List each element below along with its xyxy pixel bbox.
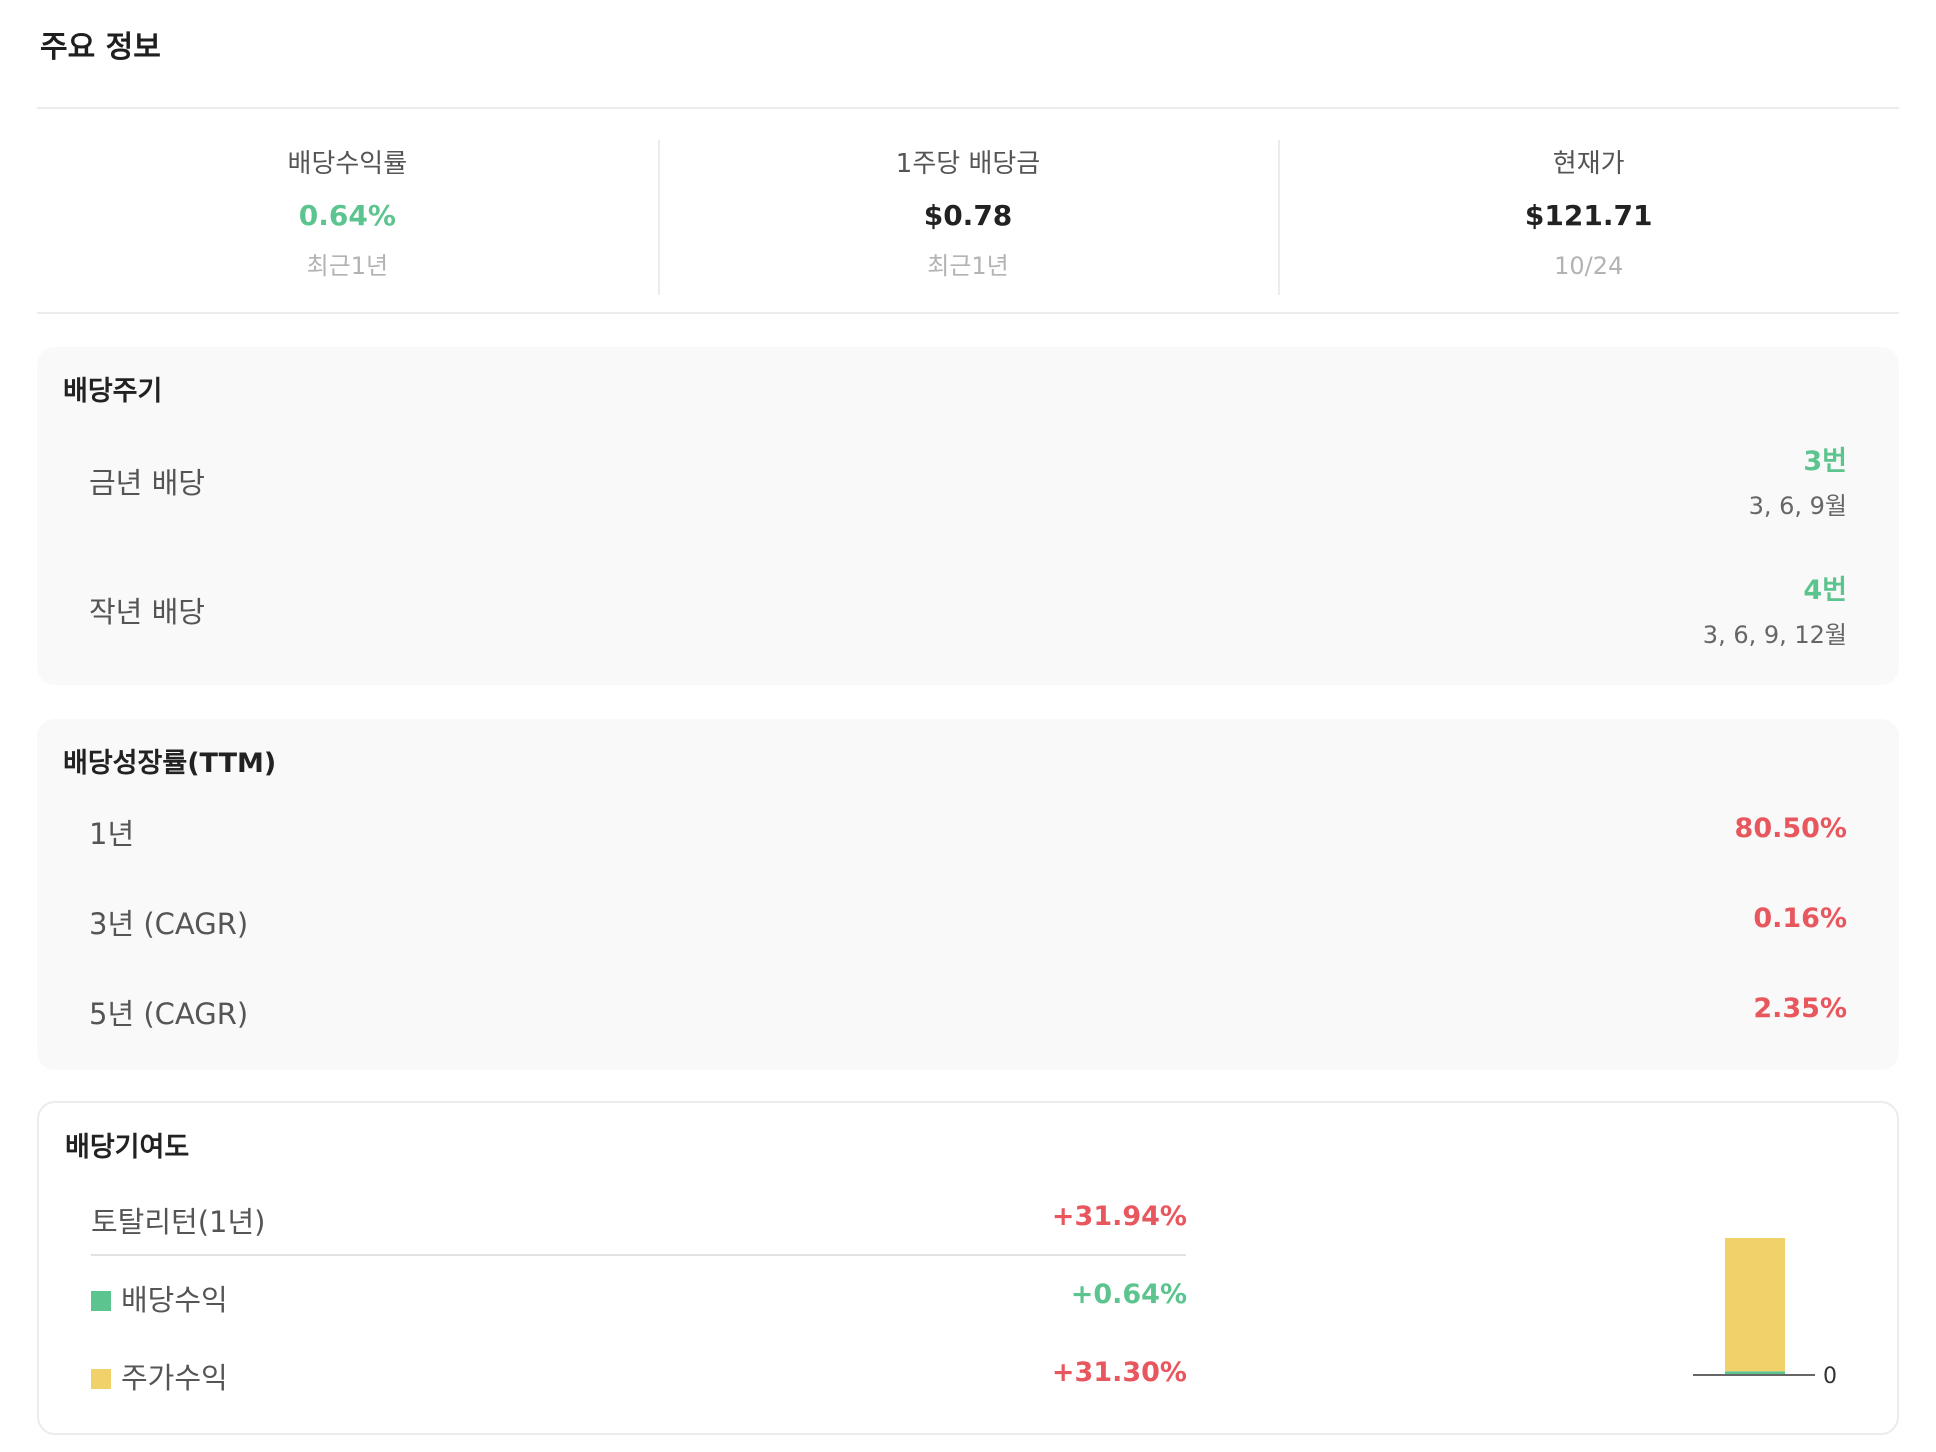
stat-dividend-yield: 배당수익률 0.64% 최근1년 — [37, 140, 658, 295]
growth-row-label: 3년 (CAGR) — [89, 907, 249, 941]
growth-row-label: 1년 — [89, 817, 135, 851]
cycle-count: 3번 — [1803, 446, 1847, 477]
growth-row-label: 5년 (CAGR) — [89, 997, 249, 1031]
growth-row-value: 80.50% — [1734, 813, 1847, 844]
divider-bottom — [37, 312, 1899, 314]
stat-sub: 최근1년 — [927, 252, 1009, 280]
stat-value: $121.71 — [1524, 199, 1653, 232]
cycle-months: 3, 6, 9, 12월 — [1702, 621, 1847, 649]
stat-label: 배당수익률 — [287, 149, 408, 179]
cycle-row-value: 4번 3, 6, 9, 12월 — [1703, 568, 1847, 650]
page: 주요 정보 배당수익률 0.64% 최근1년 1주당 배당금 $0.78 최근1… — [0, 0, 1936, 1452]
cycle-row-label: 금년 배당 — [89, 466, 205, 500]
stat-value: $0.78 — [923, 199, 1013, 232]
dividend-growth-card: 배당성장률(TTM) 1년 80.50% 3년 (CAGR) 0.16% 5년 … — [37, 719, 1899, 1070]
page-title: 주요 정보 — [40, 30, 161, 65]
cycle-row-label: 작년 배당 — [89, 595, 205, 629]
stat-sub: 최근1년 — [306, 252, 389, 280]
summary-stats: 배당수익률 0.64% 최근1년 1주당 배당금 $0.78 최근1년 현재가 … — [37, 140, 1899, 295]
chart-tick-label: 0 — [1823, 1364, 1837, 1389]
stat-label: 현재가 — [1552, 149, 1625, 179]
card-title: 배당주기 — [63, 376, 163, 407]
stat-value: 0.64% — [298, 199, 396, 232]
dividend-cycle-card: 배당주기 금년 배당 3번 3, 6, 9월 작년 배당 4번 3, 6, 9,… — [37, 347, 1899, 685]
dividend-contribution-card: 배당기여도 토탈리턴(1년) +31.94% 배당수익 +0.64% 주가수익 … — [37, 1101, 1899, 1435]
stat-label: 1주당 배당금 — [895, 149, 1041, 179]
growth-row-value: 2.35% — [1753, 993, 1847, 1024]
contribution-bar-chart: 0 — [1693, 1238, 1837, 1389]
cycle-count: 4번 — [1803, 575, 1847, 606]
stat-dividend-per-share: 1주당 배당금 $0.78 최근1년 — [657, 140, 1279, 295]
bar-segment-price — [1725, 1238, 1785, 1372]
card-title: 배당성장률(TTM) — [63, 748, 277, 779]
growth-row-value: 0.16% — [1753, 903, 1847, 934]
stat-current-price: 현재가 $121.71 10/24 — [1278, 140, 1899, 295]
bar-segment-dividend — [1725, 1371, 1785, 1374]
cycle-months: 3, 6, 9월 — [1748, 492, 1847, 520]
cycle-row-value: 3번 3, 6, 9월 — [1749, 439, 1847, 521]
stat-sub: 10/24 — [1554, 252, 1624, 280]
divider-top — [37, 107, 1899, 109]
